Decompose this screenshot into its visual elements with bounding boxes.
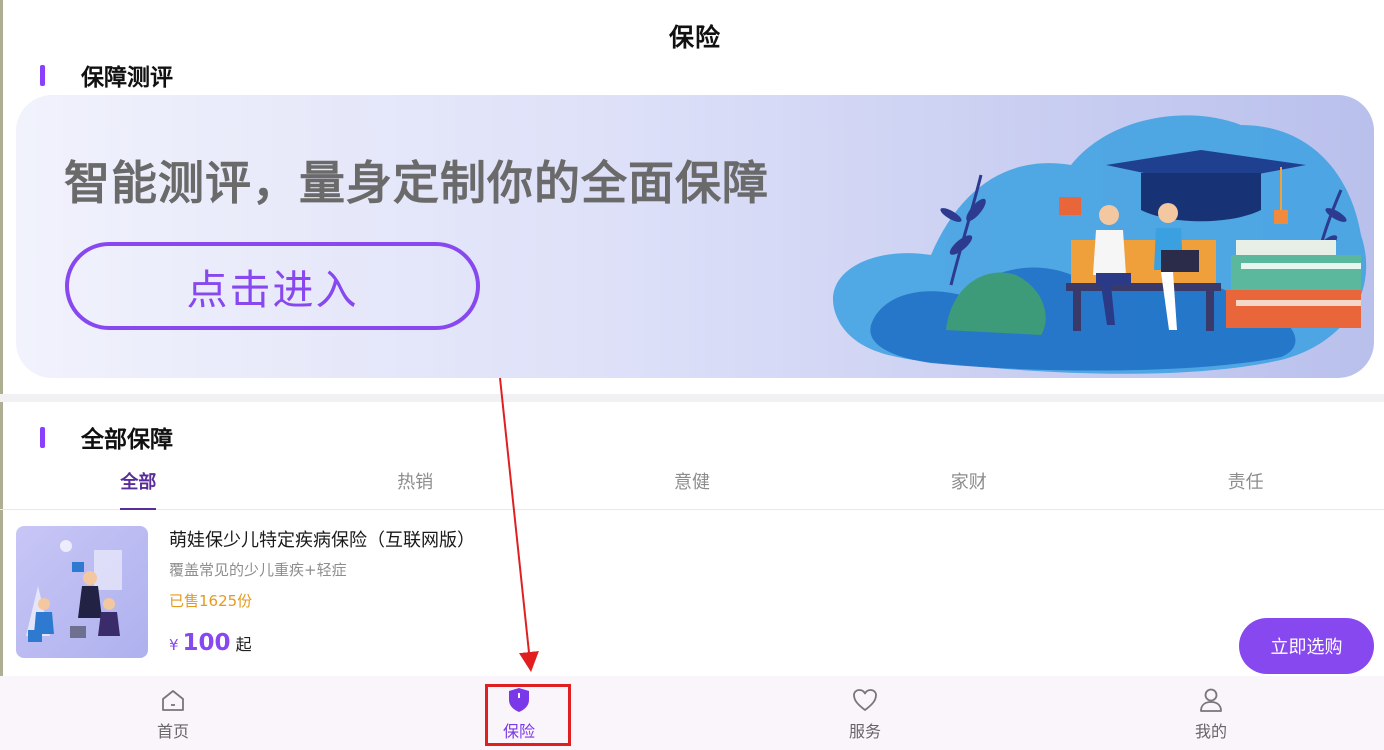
product-description: 覆盖常见的少儿重疾+轻症: [169, 561, 347, 579]
tab-hot[interactable]: 热销: [277, 460, 554, 509]
section-accent-bar: [40, 426, 45, 448]
nav-item-label: 服务: [848, 722, 881, 741]
study-illustration: [833, 115, 1367, 374]
nav-item-home[interactable]: 首页: [0, 676, 346, 750]
tab-health[interactable]: 意健: [554, 460, 831, 509]
product-thumbnail: [16, 526, 148, 658]
category-tabs: 全部 热销 意健 家财 责任: [0, 460, 1384, 510]
home-icon: [162, 690, 184, 711]
nav-item-mine[interactable]: 我的: [1038, 676, 1384, 750]
nav-item-label: 首页: [156, 722, 189, 741]
price-suffix: 起: [235, 635, 252, 654]
tab-all[interactable]: 全部: [0, 460, 277, 510]
page-title: 保险: [668, 23, 721, 52]
product-name: 萌娃保少儿特定疾病保险（互联网版）: [169, 530, 475, 551]
user-icon: [1200, 688, 1222, 712]
window-edge: [0, 0, 3, 750]
evaluation-banner[interactable]: 智能测评，量身定制你的全面保障 点击进入: [16, 95, 1374, 378]
heart-icon: [853, 689, 877, 711]
product-card[interactable]: 萌娃保少儿特定疾病保险（互联网版） 覆盖常见的少儿重疾+轻症 已售1625份 ¥…: [16, 526, 1374, 674]
section-title: 保障测评: [81, 65, 173, 91]
tab-property[interactable]: 家财: [830, 460, 1107, 509]
buy-now-button[interactable]: 立即选购: [1239, 618, 1374, 674]
product-sold-count: 已售1625份: [169, 592, 253, 610]
enter-evaluation-button[interactable]: 点击进入: [65, 242, 480, 330]
banner-slogan: 智能测评，量身定制你的全面保障: [64, 156, 769, 210]
section-title: 全部保障: [81, 427, 173, 453]
section-divider: [0, 394, 1384, 402]
price-value: 100: [182, 630, 231, 656]
bottom-nav: 首页 保险 服务 我的: [0, 676, 1384, 750]
nav-item-service[interactable]: 服务: [692, 676, 1038, 750]
section-header-evaluation: 保障测评: [40, 58, 173, 92]
section-header-all: 全部保障: [40, 420, 173, 454]
price-currency: ¥: [169, 636, 179, 654]
tab-liability[interactable]: 责任: [1107, 460, 1384, 509]
product-price: ¥ 100 起: [169, 630, 252, 656]
kids-illustration: [26, 540, 122, 642]
section-accent-bar: [40, 64, 45, 86]
annotation-highlight-box: [485, 684, 571, 746]
nav-item-label: 我的: [1194, 722, 1227, 741]
